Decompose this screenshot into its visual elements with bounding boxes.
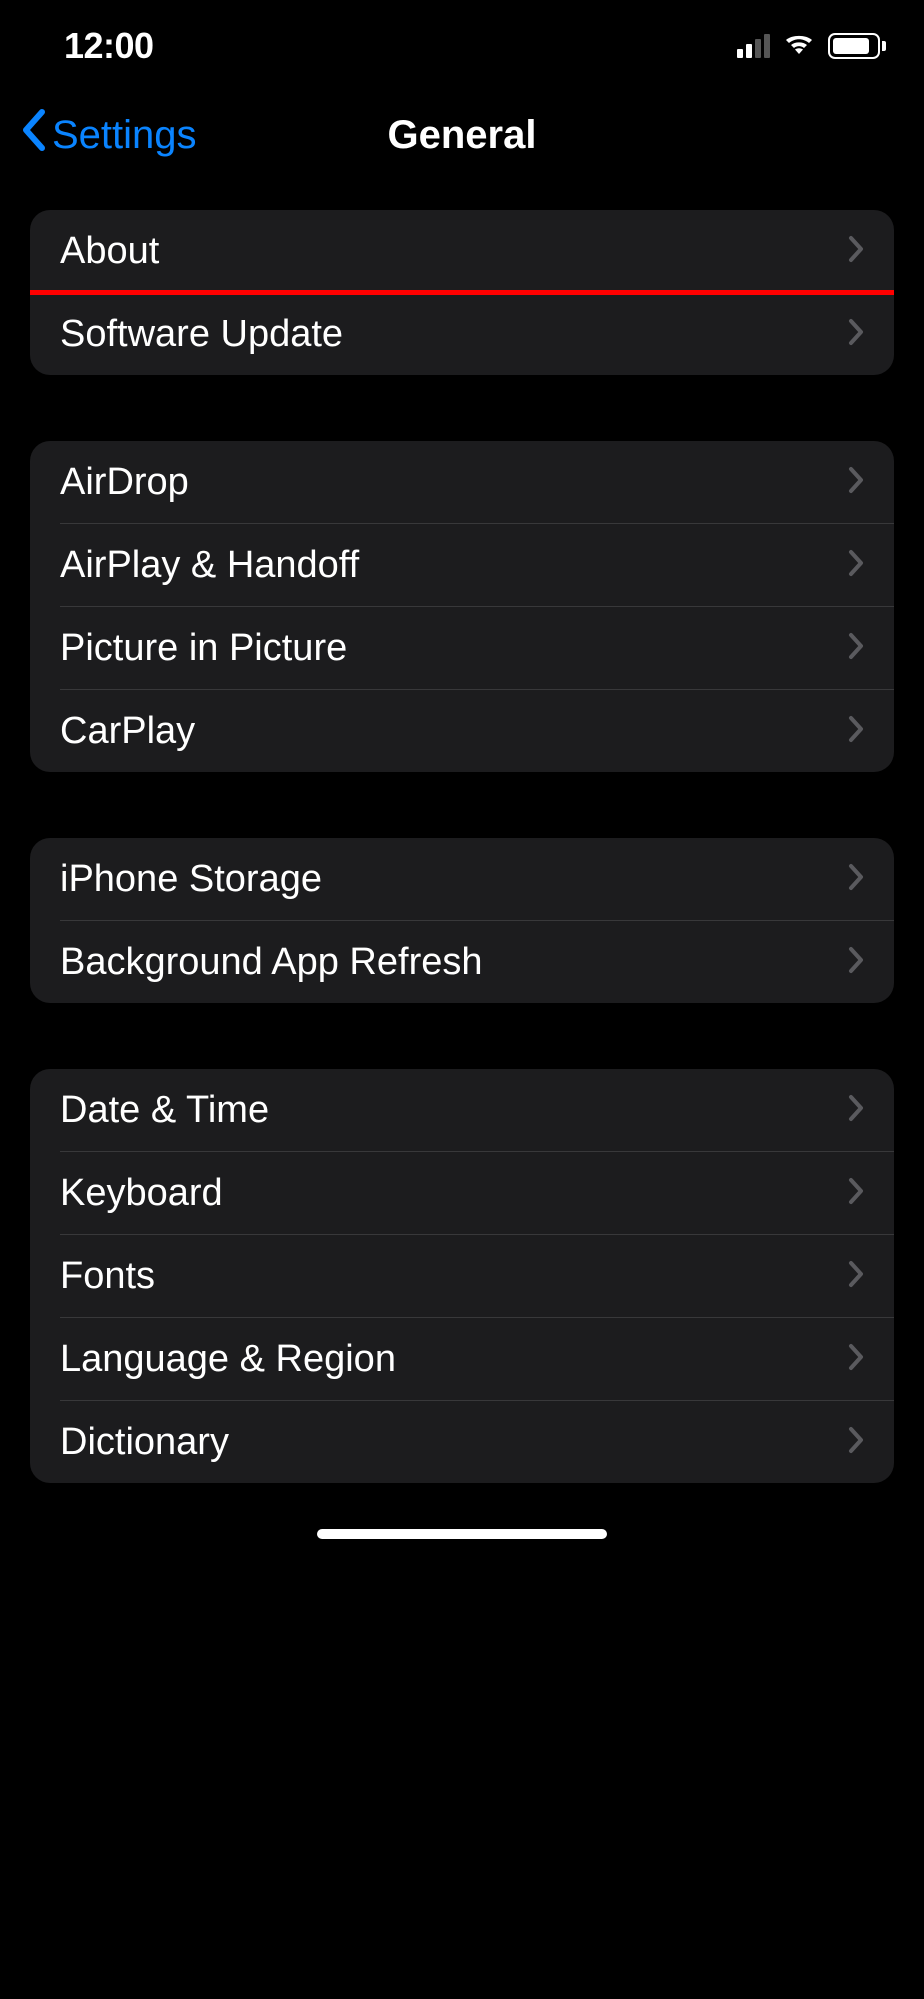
settings-section: About Software Update: [30, 210, 894, 375]
cellular-signal-icon: [737, 34, 770, 58]
row-keyboard[interactable]: Keyboard: [30, 1152, 894, 1234]
chevron-right-icon: [848, 1426, 864, 1459]
row-carplay[interactable]: CarPlay: [30, 690, 894, 772]
settings-section: Date & Time Keyboard Fonts Language & Regio…: [30, 1069, 894, 1483]
back-button[interactable]: Settings: [20, 108, 197, 162]
row-software-update[interactable]: Software Update: [30, 293, 894, 375]
row-label: About: [60, 230, 159, 273]
row-about[interactable]: About: [30, 210, 894, 292]
chevron-right-icon: [848, 946, 864, 979]
row-label: Software Update: [60, 313, 343, 356]
row-label: AirPlay & Handoff: [60, 544, 359, 587]
row-background-app-refresh[interactable]: Background App Refresh: [30, 921, 894, 1003]
back-label: Settings: [52, 113, 197, 158]
status-bar: 12:00: [0, 0, 924, 70]
row-picture-in-picture[interactable]: Picture in Picture: [30, 607, 894, 689]
row-dictionary[interactable]: Dictionary: [30, 1401, 894, 1483]
row-label: Date & Time: [60, 1089, 269, 1132]
chevron-right-icon: [848, 235, 864, 268]
chevron-left-icon: [20, 108, 48, 162]
row-airplay-handoff[interactable]: AirPlay & Handoff: [30, 524, 894, 606]
row-language-region[interactable]: Language & Region: [30, 1318, 894, 1400]
row-label: Picture in Picture: [60, 627, 347, 670]
row-label: Dictionary: [60, 1421, 229, 1464]
chevron-right-icon: [848, 863, 864, 896]
row-iphone-storage[interactable]: iPhone Storage: [30, 838, 894, 920]
row-date-time[interactable]: Date & Time: [30, 1069, 894, 1151]
chevron-right-icon: [848, 1094, 864, 1127]
status-icons: [737, 30, 886, 63]
row-airdrop[interactable]: AirDrop: [30, 441, 894, 523]
chevron-right-icon: [848, 715, 864, 748]
chevron-right-icon: [848, 549, 864, 582]
settings-content: About Software Update AirDrop AirPlay & Han…: [0, 180, 924, 1483]
status-time: 12:00: [64, 25, 154, 67]
row-label: Fonts: [60, 1255, 155, 1298]
chevron-right-icon: [848, 1343, 864, 1376]
chevron-right-icon: [848, 1177, 864, 1210]
wifi-icon: [780, 30, 818, 63]
row-label: AirDrop: [60, 461, 189, 504]
page-title: General: [388, 113, 537, 158]
battery-icon: [828, 33, 886, 59]
row-label: Language & Region: [60, 1338, 396, 1381]
settings-section: iPhone Storage Background App Refresh: [30, 838, 894, 1003]
home-indicator[interactable]: [317, 1529, 607, 1539]
settings-section: AirDrop AirPlay & Handoff Picture in Pictu…: [30, 441, 894, 772]
chevron-right-icon: [848, 466, 864, 499]
row-label: CarPlay: [60, 710, 195, 753]
row-label: Background App Refresh: [60, 941, 483, 984]
chevron-right-icon: [848, 1260, 864, 1293]
chevron-right-icon: [848, 318, 864, 351]
navigation-header: Settings General: [0, 90, 924, 180]
chevron-right-icon: [848, 632, 864, 665]
row-label: iPhone Storage: [60, 858, 322, 901]
row-fonts[interactable]: Fonts: [30, 1235, 894, 1317]
row-label: Keyboard: [60, 1172, 223, 1215]
